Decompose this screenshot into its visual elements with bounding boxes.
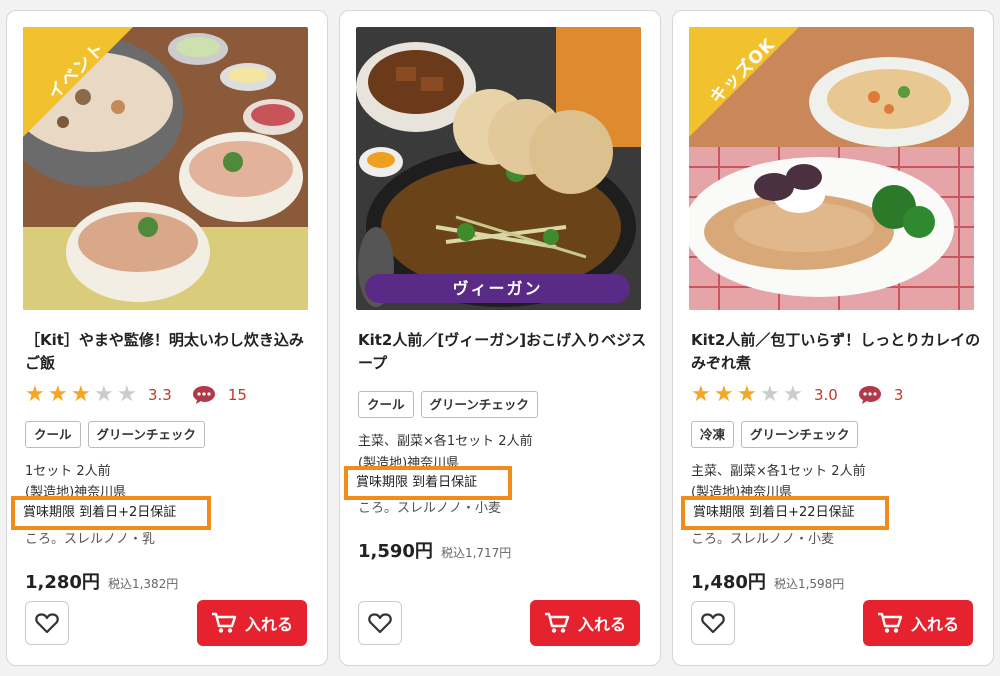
heart-icon (701, 613, 725, 634)
rating-row: ★ ★ ★ ★ ★ 3.3 15 (25, 383, 247, 407)
star-icon: ★ (25, 382, 45, 407)
price-tax-included: 税込1,382円 (107, 577, 179, 591)
add-to-cart-button[interactable]: 入れる (197, 600, 307, 646)
star-icon: ★ (691, 382, 711, 407)
spec-quantity: 主菜、副菜×各1セット 2人前 (691, 464, 866, 479)
favorite-button[interactable] (691, 601, 735, 645)
cart-label: 入れる (244, 615, 293, 634)
product-photo[interactable]: キッズOK (689, 27, 974, 310)
product-title[interactable]: Kit2人前／包丁いらず！しっとりカレイのみぞれ煮 (691, 329, 981, 375)
tag-green-check: グリーンチェック (741, 421, 859, 448)
heart-icon (368, 613, 392, 634)
favorite-button[interactable] (25, 601, 69, 645)
tag-cool: クール (25, 421, 81, 448)
price-tax-included: 税込1,598円 (773, 577, 845, 591)
product-card[interactable]: ヴィーガン Kit2人前／[ヴィーガン]おこげ入りベジスープ クール グリーンチ… (339, 10, 661, 666)
rating-row: ★ ★ ★ ★ ★ 3.0 3 (691, 383, 903, 407)
cart-label: 入れる (577, 615, 626, 634)
tag-list: クール グリーンチェック (358, 391, 538, 418)
rating-value: 3.3 (148, 386, 172, 404)
price: 1,280円 (25, 572, 100, 593)
add-to-cart-button[interactable]: 入れる (530, 600, 640, 646)
star-icon: ★ (714, 382, 734, 407)
price: 1,590円 (358, 541, 433, 562)
rating-stars: ★ ★ ★ ★ ★ (25, 384, 140, 406)
expiry-highlight: 賞味期限 到着日+2日保証 (11, 496, 211, 530)
cart-icon (544, 612, 570, 634)
expiry-highlight: 賞味期限 到着日保証 (344, 466, 512, 500)
star-icon: ★ (48, 382, 68, 407)
tag-cool: クール (358, 391, 414, 418)
tag-green-check: グリーンチェック (420, 391, 538, 418)
price-row: 1,280円 税込1,382円 (25, 568, 178, 594)
cart-icon (211, 612, 237, 634)
product-card[interactable]: イベント ［Kit］やまや監修！明太いわし炊き込みご飯 ★ ★ ★ ★ ★ 3.… (6, 10, 328, 666)
star-icon: ★ (737, 382, 757, 407)
star-icon: ★ (71, 382, 91, 407)
product-photo[interactable]: ヴィーガン (356, 27, 641, 310)
expiry-highlight: 賞味期限 到着日+22日保証 (681, 496, 889, 530)
comment-bubble-icon[interactable] (192, 385, 216, 405)
star-icon: ★ (117, 382, 137, 407)
product-photo[interactable]: イベント (23, 27, 308, 310)
favorite-button[interactable] (358, 601, 402, 645)
product-title[interactable]: Kit2人前／[ヴィーガン]おこげ入りベジスープ (358, 329, 648, 375)
review-count[interactable]: 15 (228, 386, 247, 404)
spec-allergen: ころ。スレルノノ・小麦 (691, 532, 835, 547)
food-photo-illustration (356, 27, 641, 310)
cart-icon (877, 612, 903, 634)
price-tax-included: 税込1,717円 (440, 546, 512, 560)
rating-value: 3.0 (814, 386, 838, 404)
cart-label: 入れる (910, 615, 959, 634)
star-icon: ★ (94, 382, 114, 407)
tag-list: 冷凍 グリーンチェック (691, 421, 859, 448)
price-row: 1,590円 税込1,717円 (358, 537, 511, 563)
price-row: 1,480円 税込1,598円 (691, 568, 844, 594)
spec-allergen: ころ。スレルノノ・乳 (25, 532, 156, 547)
review-count[interactable]: 3 (894, 386, 904, 404)
spec-quantity: 主菜、副菜×各1セット 2人前 (358, 434, 533, 449)
spec-quantity: 1セット 2人前 (25, 464, 111, 479)
rating-stars: ★ ★ ★ ★ ★ (691, 384, 806, 406)
price: 1,480円 (691, 572, 766, 593)
star-icon: ★ (760, 382, 780, 407)
vegan-banner: ヴィーガン (365, 274, 630, 303)
comment-bubble-icon[interactable] (858, 385, 882, 405)
tag-green-check: グリーンチェック (87, 421, 205, 448)
tag-frozen: 冷凍 (691, 421, 735, 448)
product-card[interactable]: キッズOK Kit2人前／包丁いらず！しっとりカレイのみぞれ煮 ★ ★ ★ ★ … (672, 10, 994, 666)
star-icon: ★ (783, 382, 803, 407)
spec-allergen: ころ。スレルノノ・小麦 (358, 501, 502, 516)
add-to-cart-button[interactable]: 入れる (863, 600, 973, 646)
heart-icon (35, 613, 59, 634)
product-title[interactable]: ［Kit］やまや監修！明太いわし炊き込みご飯 (25, 329, 315, 375)
tag-list: クール グリーンチェック (25, 421, 205, 448)
